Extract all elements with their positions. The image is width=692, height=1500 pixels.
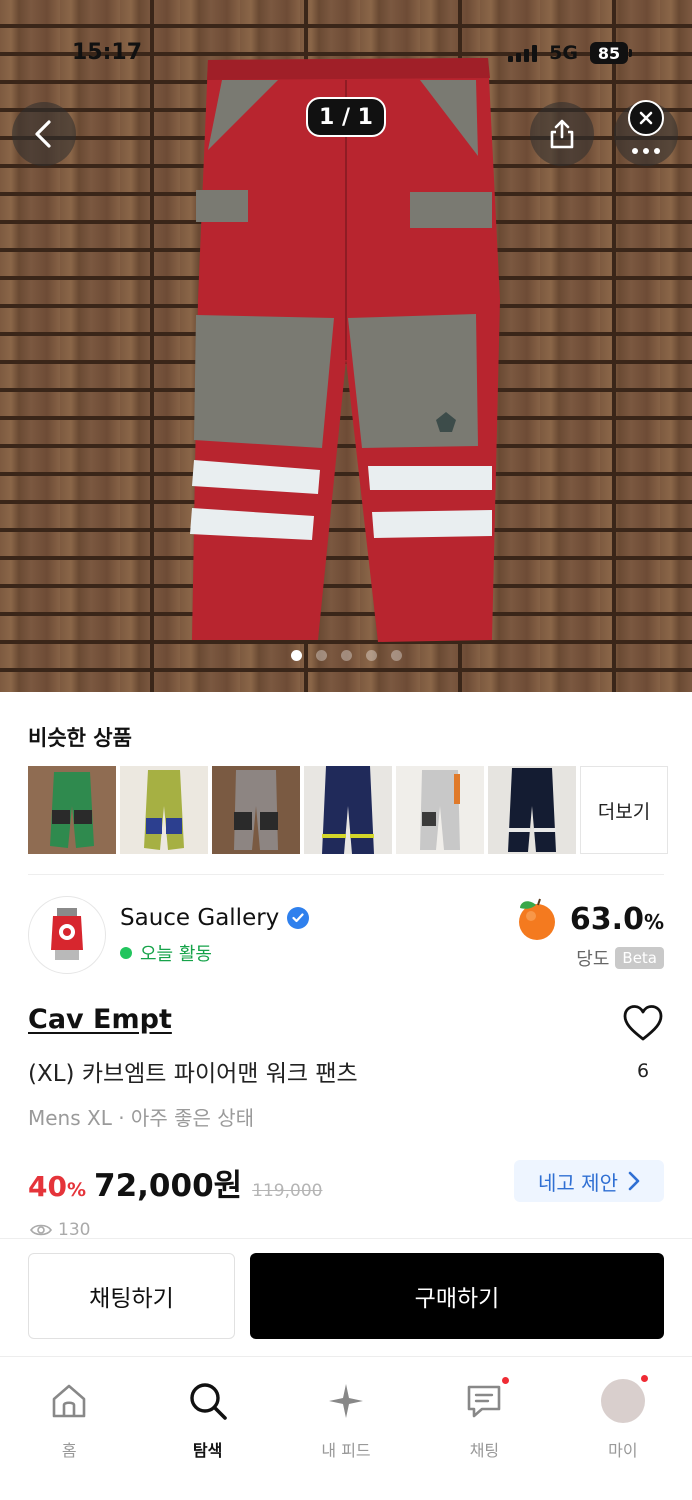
image-counter: 1 / 1: [306, 97, 386, 137]
home-icon: [52, 1384, 86, 1418]
tab-my[interactable]: 마이: [554, 1357, 692, 1500]
carousel-dots: [0, 650, 692, 661]
similar-item[interactable]: [396, 766, 484, 854]
battery-level: 85: [590, 42, 628, 64]
price-row: 40% 72,000원 119,000: [28, 1160, 322, 1205]
sweetness-label: 당도: [576, 949, 610, 970]
similar-more-button[interactable]: 더보기: [580, 766, 668, 854]
product-title: (XL) 카브엠트 파이어맨 워크 팬츠: [28, 1061, 358, 1087]
original-price: 119,000: [252, 1181, 323, 1201]
notification-dot: [500, 1375, 512, 1386]
action-bar: 채팅하기 구매하기: [0, 1238, 692, 1356]
sweetness-value: 63.0%: [569, 901, 664, 937]
eye-icon: [30, 1224, 52, 1236]
discount-rate: 40%: [28, 1170, 87, 1203]
like-count: 6: [636, 1060, 650, 1082]
share-icon: [550, 119, 574, 149]
activity-label: 오늘 활동: [140, 944, 212, 965]
battery-icon: 85: [590, 42, 632, 64]
similar-item[interactable]: [212, 766, 300, 854]
tab-search[interactable]: 탐색: [138, 1357, 276, 1500]
tab-label: 홈: [61, 1441, 77, 1460]
tab-feed[interactable]: 내 피드: [277, 1357, 415, 1500]
carousel-dot[interactable]: [365, 650, 377, 661]
view-count-value: 130: [58, 1220, 91, 1240]
tab-label: 탐색: [192, 1441, 223, 1460]
seller-avatar[interactable]: [28, 896, 106, 974]
similar-thumbnail: [304, 766, 392, 854]
chevron-left-icon: [35, 120, 51, 148]
product-image[interactable]: 15:17 5G 85 1 / 1: [0, 0, 692, 692]
carousel-dot[interactable]: [290, 650, 302, 661]
similar-thumbnail: [212, 766, 300, 854]
similar-item[interactable]: [488, 766, 576, 854]
clock: 15:17: [72, 40, 143, 65]
sweetness-label-row: 당도 Beta: [576, 945, 664, 971]
tab-label: 채팅: [469, 1441, 500, 1460]
seller-activity: 오늘 활동: [120, 940, 212, 966]
offer-label: 네고 제안: [538, 1170, 618, 1195]
sweetness-score[interactable]: 63.0%: [514, 896, 664, 942]
tab-home[interactable]: 홈: [0, 1357, 138, 1500]
buy-button[interactable]: 구매하기: [250, 1253, 664, 1339]
online-dot-icon: [120, 947, 132, 959]
carousel-dot[interactable]: [340, 650, 352, 661]
seller-logo: [51, 908, 83, 960]
chat-icon: [468, 1385, 501, 1418]
network-label: 5G: [549, 42, 578, 64]
sparkle-icon: [329, 1384, 364, 1418]
share-button[interactable]: [530, 102, 594, 166]
profile-icon: [600, 1379, 645, 1423]
price: 72,000원: [94, 1168, 243, 1204]
similar-item[interactable]: [120, 766, 208, 854]
carousel-dot[interactable]: [315, 650, 327, 661]
more-dots-icon: [632, 148, 660, 154]
brand-link[interactable]: Cav Empt: [28, 1004, 172, 1035]
seller-name-row[interactable]: Sauce Gallery: [120, 905, 310, 931]
close-icon: [639, 111, 653, 125]
similar-thumbnail: [488, 766, 576, 854]
seller-name[interactable]: Sauce Gallery: [120, 905, 279, 931]
search-icon: [189, 1383, 227, 1420]
chat-button[interactable]: 채팅하기: [28, 1253, 235, 1339]
status-bar: 15:17 5G 85: [0, 30, 692, 70]
tab-bar: 홈 탐색 내 피드 채팅 마이: [0, 1356, 692, 1500]
similar-thumbnail: [120, 766, 208, 854]
signal-icon: [508, 44, 538, 62]
similar-thumbnail: [28, 766, 116, 854]
notification-dot: [638, 1373, 650, 1384]
product-meta: Mens XL · 아주 좋은 상태: [28, 1106, 255, 1130]
close-button[interactable]: [628, 100, 664, 136]
like-button[interactable]: [622, 1004, 664, 1046]
view-count: 130: [30, 1220, 90, 1240]
chevron-right-icon: [628, 1171, 640, 1191]
verified-badge-icon: [287, 907, 310, 929]
peach-icon: [518, 898, 555, 940]
back-button[interactable]: [12, 102, 76, 166]
beta-badge: Beta: [615, 947, 664, 969]
similar-item[interactable]: [304, 766, 392, 854]
carousel-dot[interactable]: [390, 650, 402, 661]
tab-label: 내 피드: [321, 1441, 371, 1460]
similar-title: 비슷한 상품: [28, 726, 132, 750]
tab-chat[interactable]: 채팅: [415, 1357, 553, 1500]
similar-list: 더보기: [28, 766, 668, 854]
heart-icon: [623, 1005, 663, 1041]
divider: [28, 874, 664, 875]
similar-item[interactable]: [28, 766, 116, 854]
tab-label: 마이: [608, 1441, 638, 1460]
similar-thumbnail: [396, 766, 484, 854]
offer-button[interactable]: 네고 제안: [514, 1160, 664, 1202]
